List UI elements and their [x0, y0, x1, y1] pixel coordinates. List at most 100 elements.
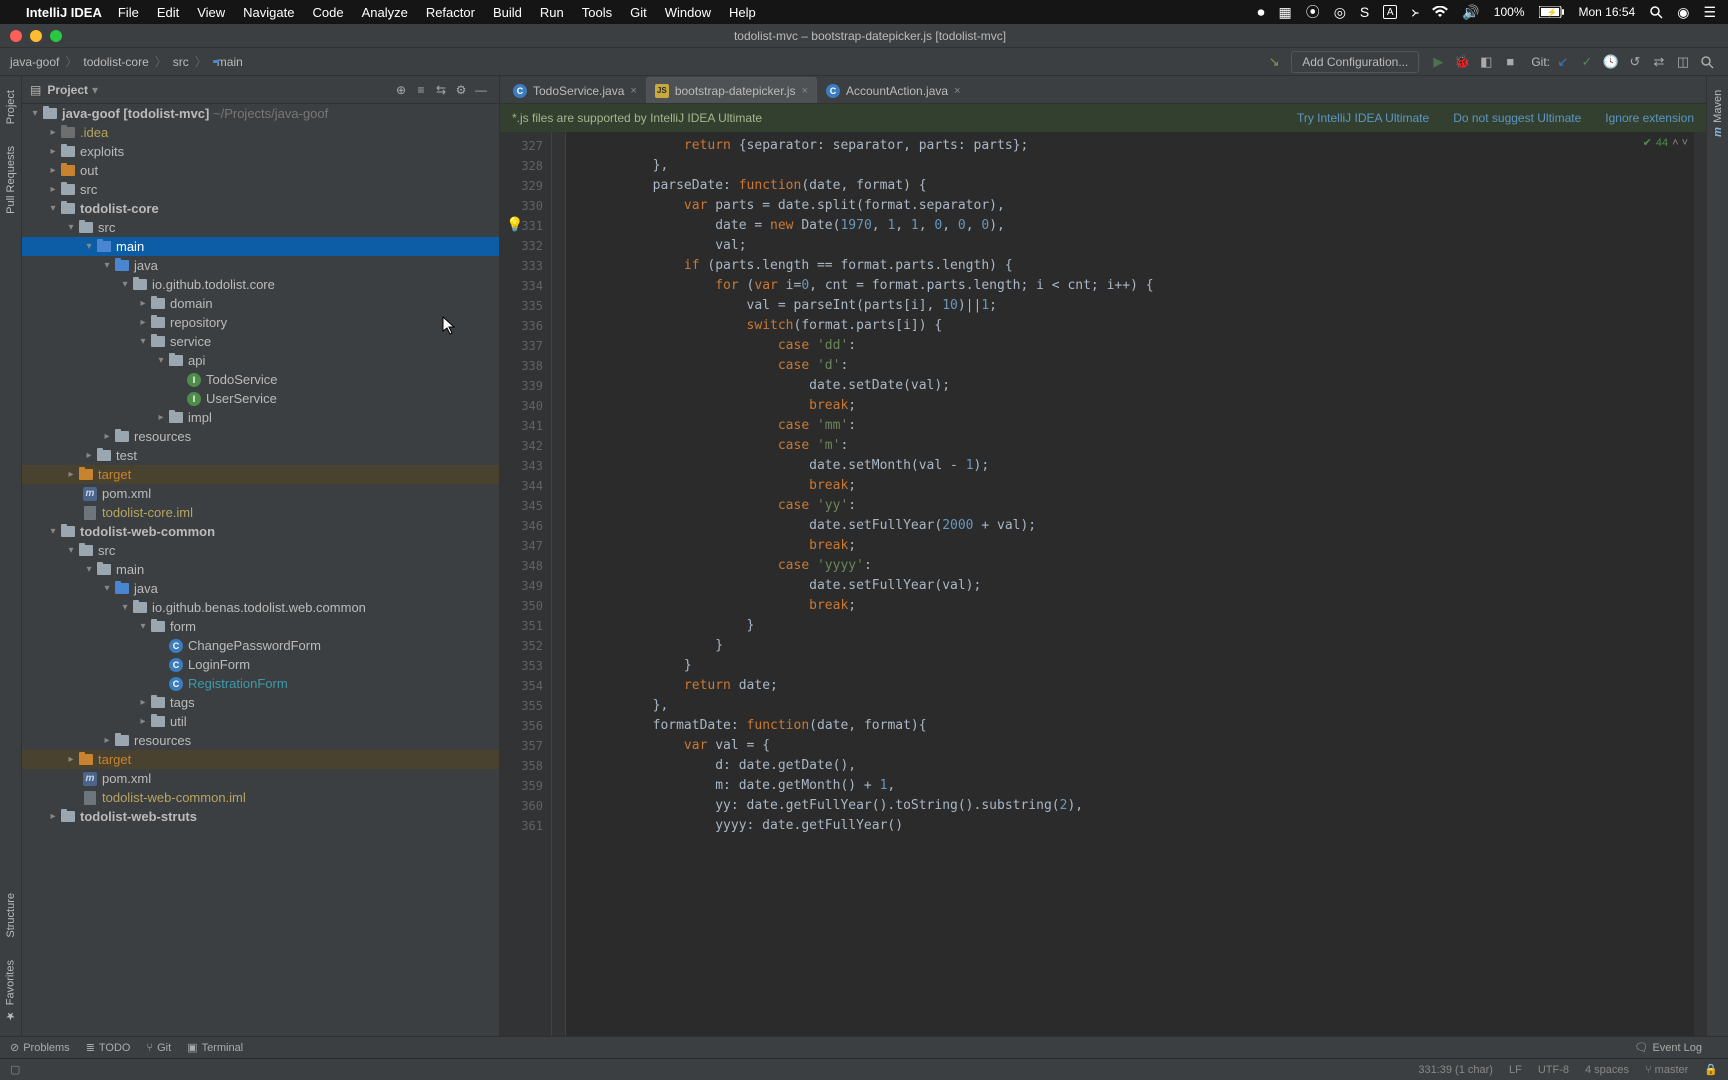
tree-pkg-core[interactable]: ▾io.github.todolist.core	[22, 275, 499, 294]
search-everywhere-icon[interactable]: ◫	[1672, 51, 1694, 73]
tree-impl[interactable]: ▸impl	[22, 408, 499, 427]
tree-todolist-core[interactable]: ▾todolist-core	[22, 199, 499, 218]
tree-wc-pom[interactable]: mpom.xml	[22, 769, 499, 788]
menu-navigate[interactable]: Navigate	[243, 5, 294, 20]
close-icon[interactable]: ×	[802, 85, 808, 97]
banner-ignore-link[interactable]: Ignore extension	[1605, 111, 1694, 125]
status-line-sep[interactable]: LF	[1509, 1064, 1522, 1076]
tree-web-struts[interactable]: ▸todolist-web-struts	[22, 807, 499, 826]
status-mic-icon[interactable]: ⦿	[1306, 2, 1320, 22]
tree-wc-src[interactable]: ▾src	[22, 541, 499, 560]
spotlight-icon[interactable]	[1649, 5, 1663, 19]
close-icon[interactable]: ×	[954, 85, 960, 97]
tree-cpf[interactable]: CChangePasswordForm	[22, 636, 499, 655]
menu-window[interactable]: Window	[665, 5, 711, 20]
tree-api[interactable]: ▾api	[22, 351, 499, 370]
tree-domain[interactable]: ▸domain	[22, 294, 499, 313]
collapse-all-icon[interactable]: ⇆	[431, 83, 451, 97]
coverage-button[interactable]: ◧	[1475, 51, 1497, 73]
crumb-main[interactable]: main	[213, 55, 243, 69]
bottom-eventlog[interactable]: 🗨 Event Log	[1634, 1041, 1702, 1054]
tree-service[interactable]: ▾service	[22, 332, 499, 351]
fold-gutter[interactable]	[552, 132, 566, 1036]
status-cursor-pos[interactable]: 331:39 (1 char)	[1418, 1064, 1493, 1076]
gutter-tab-maven[interactable]: m Maven	[1710, 82, 1726, 145]
tree-core-src[interactable]: ▾src	[22, 218, 499, 237]
menubar-app-name[interactable]: IntelliJ IDEA	[26, 5, 102, 20]
tree-todoservice[interactable]: ITodoService	[22, 370, 499, 389]
menu-git[interactable]: Git	[630, 5, 647, 20]
bottom-git[interactable]: ⑂ Git	[146, 1042, 171, 1054]
tree-wc-target[interactable]: ▸target	[22, 750, 499, 769]
tree-tags[interactable]: ▸tags	[22, 693, 499, 712]
tree-wc-resources[interactable]: ▸resources	[22, 731, 499, 750]
banner-try-link[interactable]: Try IntelliJ IDEA Ultimate	[1297, 111, 1429, 125]
gutter-tab-structure[interactable]: Structure	[3, 885, 19, 946]
status-lock-icon[interactable]: 🔒	[1704, 1063, 1718, 1076]
minimize-window-button[interactable]	[30, 30, 42, 42]
tree-wc-java[interactable]: ▾java	[22, 579, 499, 598]
crumb-module[interactable]: todolist-core	[83, 55, 148, 69]
crumb-root[interactable]: java-goof	[10, 55, 59, 69]
close-window-button[interactable]	[10, 30, 22, 42]
git-history-icon[interactable]: 🕓	[1600, 51, 1622, 73]
tree-resources[interactable]: ▸resources	[22, 427, 499, 446]
crumb-src[interactable]: src	[173, 55, 189, 69]
project-tree[interactable]: ▾java-goof [todolist-mvc] ~/Projects/jav…	[22, 104, 499, 1036]
hide-panel-icon[interactable]: —	[471, 83, 491, 97]
tree-userservice[interactable]: IUserService	[22, 389, 499, 408]
git-revert-icon[interactable]: ↺	[1624, 51, 1646, 73]
tab-accountaction[interactable]: CAccountAction.java×	[817, 77, 970, 103]
tree-pom[interactable]: mpom.xml	[22, 484, 499, 503]
tree-util[interactable]: ▸util	[22, 712, 499, 731]
ide-settings-icon[interactable]: ⇄	[1648, 51, 1670, 73]
tree-java[interactable]: ▾java	[22, 256, 499, 275]
menu-code[interactable]: Code	[312, 5, 343, 20]
code-editor[interactable]: 327 328 329 330 331 332 333 334 335 336 …	[500, 132, 1706, 1036]
git-commit-icon[interactable]: ✓	[1576, 51, 1598, 73]
status-app-icon[interactable]: ▦	[1278, 4, 1291, 21]
maximize-window-button[interactable]	[50, 30, 62, 42]
gutter-tab-project[interactable]: Project	[3, 82, 19, 132]
tree-src-root[interactable]: ▸src	[22, 180, 499, 199]
tree-wc-main[interactable]: ▾main	[22, 560, 499, 579]
gutter-tab-favorites[interactable]: ★ Favorites	[2, 952, 19, 1030]
close-icon[interactable]: ×	[630, 85, 636, 97]
tree-exploits[interactable]: ▸exploits	[22, 142, 499, 161]
menu-run[interactable]: Run	[540, 5, 564, 20]
inspection-badge[interactable]: ✔ 44 ˄ ˅	[1643, 136, 1688, 149]
control-center-icon[interactable]: ☰	[1703, 4, 1716, 21]
siri-icon[interactable]: ◉	[1677, 4, 1689, 21]
tree-web-common[interactable]: ▾todolist-web-common	[22, 522, 499, 541]
project-dropdown-icon[interactable]: ▾	[92, 83, 98, 97]
menu-help[interactable]: Help	[729, 5, 756, 20]
bluetooth-icon[interactable]: ᚛	[1411, 4, 1418, 21]
banner-nosuggest-link[interactable]: Do not suggest Ultimate	[1453, 111, 1581, 125]
run-config-button[interactable]: Add Configuration...	[1291, 51, 1419, 73]
status-s-icon[interactable]: S	[1360, 4, 1369, 20]
status-branch[interactable]: ⑂ master	[1645, 1064, 1688, 1076]
menu-tools[interactable]: Tools	[582, 5, 612, 20]
battery-icon[interactable]: ⚡	[1539, 6, 1565, 18]
status-sync-icon[interactable]: ◎	[1334, 4, 1346, 21]
find-icon[interactable]	[1696, 51, 1718, 73]
bottom-problems[interactable]: ⊘ Problems	[10, 1041, 70, 1054]
bottom-todo[interactable]: ≣ TODO	[86, 1041, 131, 1054]
clock[interactable]: Mon 16:54	[1579, 5, 1636, 19]
gutter-tab-pull-requests[interactable]: Pull Requests	[3, 138, 19, 222]
wifi-icon[interactable]	[1432, 6, 1448, 18]
tree-iml1[interactable]: todolist-core.iml	[22, 503, 499, 522]
settings-gear-icon[interactable]: ⚙	[451, 83, 471, 97]
code-text[interactable]: return {separator: separator, parts: par…	[566, 132, 1694, 1036]
tree-form[interactable]: ▾form	[22, 617, 499, 636]
status-tool-windows-icon[interactable]: ▢	[10, 1063, 20, 1076]
menu-refactor[interactable]: Refactor	[426, 5, 475, 20]
select-opened-file-icon[interactable]: ⊕	[391, 83, 411, 97]
tree-repository[interactable]: ▸repository	[22, 313, 499, 332]
expand-all-icon[interactable]: ≡	[411, 83, 431, 97]
menu-edit[interactable]: Edit	[157, 5, 179, 20]
status-encoding[interactable]: UTF-8	[1538, 1064, 1569, 1076]
git-update-icon[interactable]: ↙	[1552, 51, 1574, 73]
build-hammer-icon[interactable]: ↘	[1263, 51, 1285, 73]
status-indent[interactable]: 4 spaces	[1585, 1064, 1629, 1076]
